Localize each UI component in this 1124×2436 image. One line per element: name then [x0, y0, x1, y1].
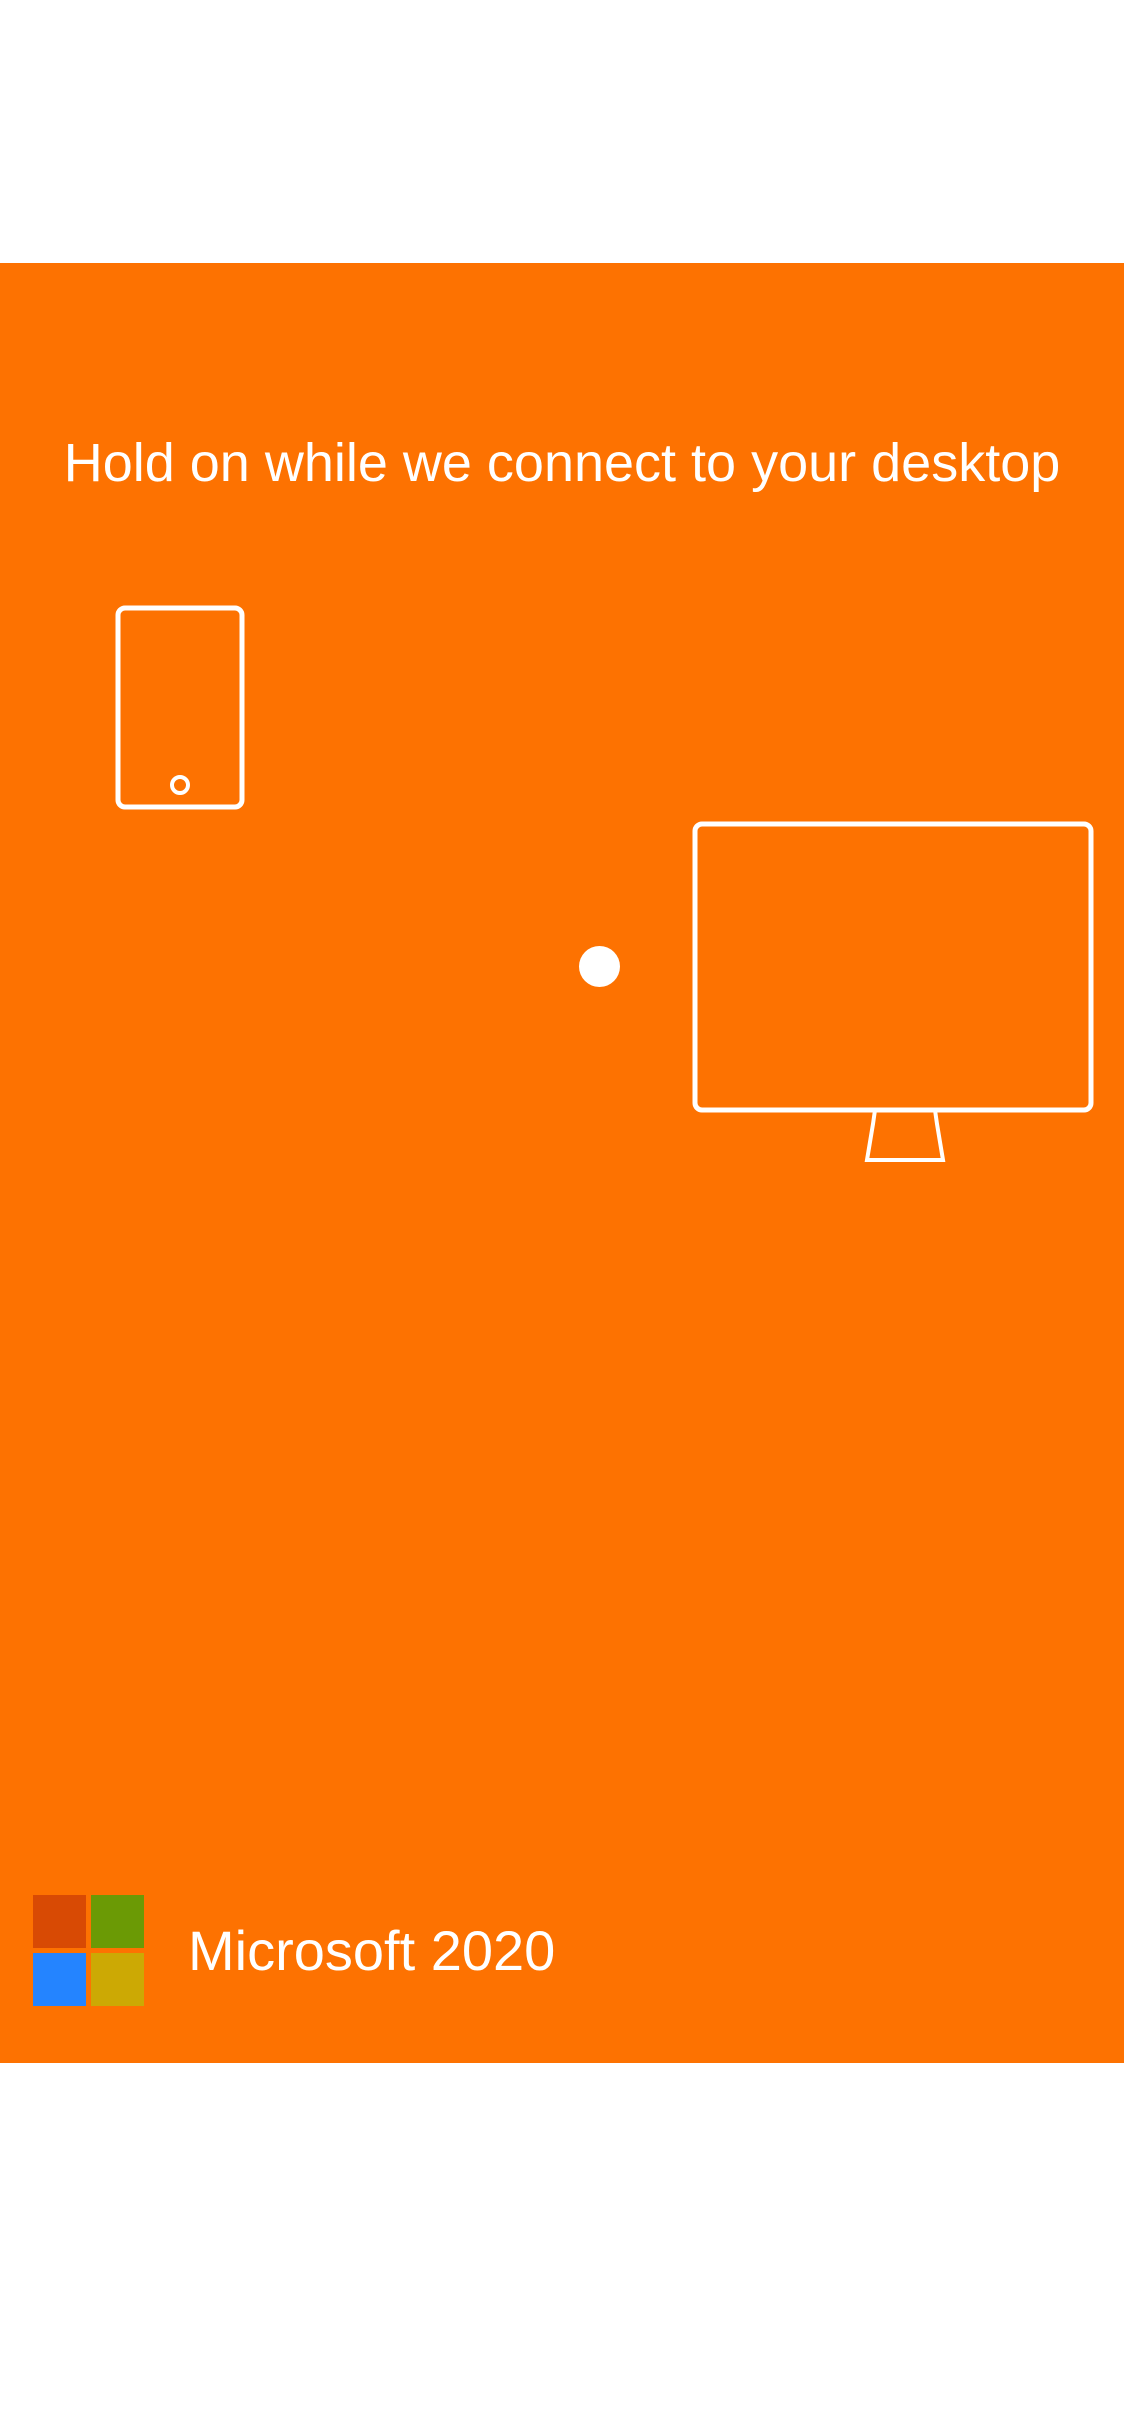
logo-red-square	[33, 1895, 86, 1948]
connect-screen: Hold on while we connect to your desktop…	[0, 0, 1124, 2436]
monitor-icon	[692, 821, 1094, 1162]
logo-blue-square	[33, 1953, 86, 2006]
logo-green-square	[91, 1895, 144, 1948]
progress-dot	[579, 946, 620, 987]
logo-yellow-square	[91, 1953, 144, 2006]
tablet-icon	[115, 605, 245, 810]
brand-label: Microsoft 2020	[188, 1919, 556, 1982]
connecting-message: Hold on while we connect to your desktop	[63, 433, 1061, 493]
microsoft-logo	[33, 1895, 144, 2006]
